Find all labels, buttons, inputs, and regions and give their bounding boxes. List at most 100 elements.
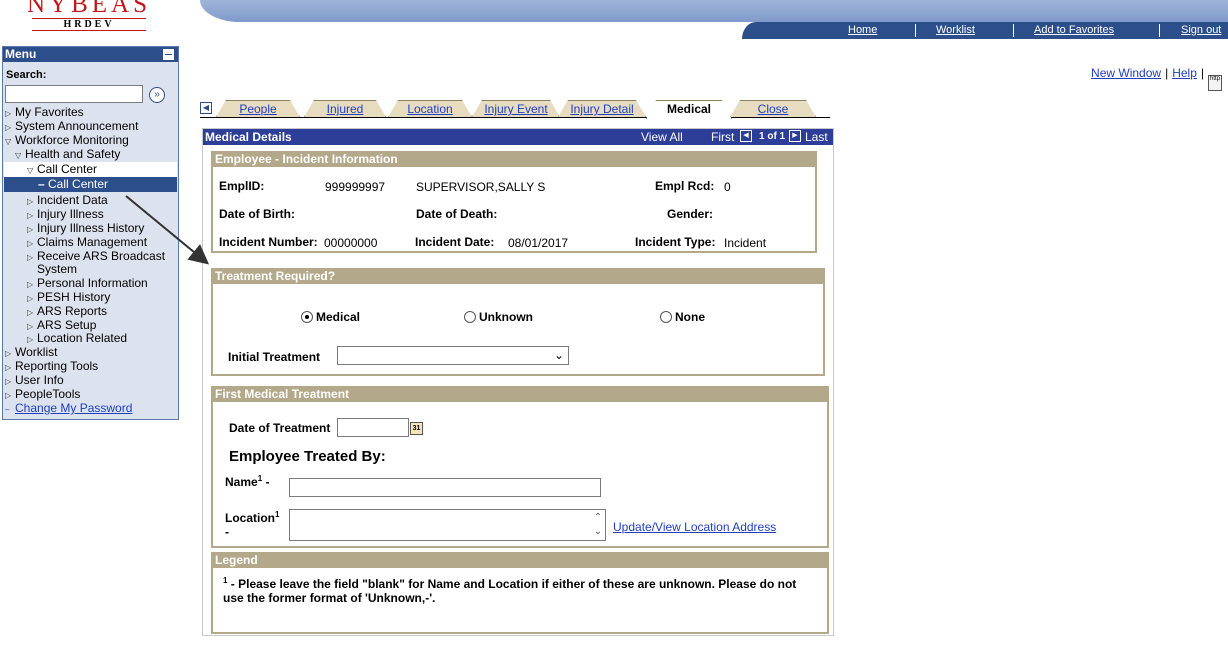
emplid-label: EmplID: — [219, 179, 265, 193]
group-title: Employee - Incident Information — [213, 153, 815, 167]
radio-medical-dot[interactable] — [301, 311, 313, 323]
panel-header: Medical Details View All First ◀ 1 of 1 … — [203, 129, 833, 145]
previous-row-icon[interactable]: ◀ — [740, 130, 752, 142]
empl-rcd-value: 0 — [724, 180, 731, 194]
menu-item-system-announcement[interactable]: ▷ System Announcement — [5, 120, 138, 134]
menu-search-go-icon[interactable]: » — [149, 87, 165, 103]
group-title: Treatment Required? — [213, 270, 823, 284]
menu-item-personal-information[interactable]: ▷ Personal Information — [27, 277, 148, 291]
initial-treatment-select[interactable]: ⌄ — [337, 346, 569, 365]
menu-item-injury-illness-history[interactable]: ▷ Injury Illness History — [27, 222, 144, 236]
nav-separator — [1013, 24, 1014, 37]
menu-item-my-favorites[interactable]: ▷ My Favorites — [5, 106, 84, 120]
left-menu: Menu Search: » ▷ My Favorites ▷ System Ann… — [2, 46, 179, 420]
incident-date-value: 08/01/2017 — [508, 236, 569, 250]
menu-search-input[interactable] — [5, 85, 143, 103]
legend-text: 1 - Please leave the field "blank" for N… — [223, 576, 797, 605]
collapse-menu-icon[interactable] — [163, 49, 174, 60]
treatment-required-group: Treatment Required? Medical Unknown None… — [211, 268, 825, 376]
date-of-treatment-input[interactable] — [337, 418, 409, 437]
menu-search-label: Search: — [6, 69, 47, 81]
radio-none-dot[interactable] — [660, 311, 672, 323]
menu-header: Menu — [3, 47, 178, 62]
menu-item-peopletools[interactable]: ▷ PeopleTools — [5, 388, 80, 402]
tab-injury-event[interactable]: Injury Event — [472, 100, 560, 117]
nybeas-logo: NYBEAS HRDEV — [24, 0, 154, 31]
home-link[interactable]: Home — [848, 24, 877, 36]
location-label: Location1- — [225, 510, 280, 539]
menu-item-reporting-tools[interactable]: ▷ Reporting Tools — [5, 360, 98, 374]
menu-item-location-related[interactable]: ▷ Location Related — [27, 332, 127, 346]
menu-item-incident-data[interactable]: ▷ Incident Data — [27, 194, 108, 208]
incident-type-label: Incident Type: — [635, 235, 716, 249]
radio-unknown-dot[interactable] — [464, 311, 476, 323]
tab-injury-detail[interactable]: Injury Detail — [558, 100, 646, 117]
calendar-icon[interactable]: 31 — [410, 422, 423, 435]
menu-item-pesh-history[interactable]: ▷ PESH History — [27, 291, 110, 305]
group-title: Legend — [213, 554, 827, 568]
name-label: Name1 - — [225, 474, 270, 489]
scroll-down-icon[interactable]: ⌄ — [593, 526, 603, 538]
initial-treatment-label: Initial Treatment — [228, 350, 321, 364]
first-label[interactable]: First — [711, 129, 734, 145]
page-tabs: People Injured Location Injury Event Inj… — [200, 100, 830, 118]
next-row-icon[interactable]: ▶ — [789, 130, 801, 142]
tab-injured[interactable]: Injured — [304, 100, 386, 117]
menu-item-user-info[interactable]: ▷ User Info — [5, 374, 64, 388]
new-window-link[interactable]: New Window — [1091, 66, 1161, 80]
empl-rcd-label: Empl Rcd: — [655, 179, 715, 193]
menu-item-change-my-password[interactable]: – Change My Password — [5, 402, 132, 416]
menu-item-ars-reports[interactable]: ▷ ARS Reports — [27, 305, 107, 319]
logo-brand: NYBEAS — [26, 0, 151, 18]
menu-item-injury-illness[interactable]: ▷ Injury Illness — [27, 208, 104, 222]
view-all-link[interactable]: View All — [641, 129, 683, 145]
logo-environment: HRDEV — [32, 18, 146, 31]
utility-links: New Window | Help | http — [1091, 66, 1222, 91]
date-of-treatment-label: Date of Treatment — [229, 421, 331, 435]
legend-group: Legend 1 - Please leave the field "blank… — [211, 552, 829, 634]
worklist-link[interactable]: Worklist — [936, 24, 975, 36]
update-view-location-address-link[interactable]: Update/View Location Address — [613, 520, 776, 534]
header-banner — [200, 0, 1228, 22]
menu-title: Menu — [5, 47, 37, 61]
date-of-death-label: Date of Death: — [416, 207, 498, 221]
menu-item-workforce-monitoring[interactable]: ▽ Workforce Monitoring — [5, 134, 129, 148]
http-icon[interactable]: http — [1208, 75, 1222, 91]
radio-none[interactable]: None — [660, 310, 705, 324]
last-label[interactable]: Last — [805, 129, 828, 145]
first-medical-treatment-group: First Medical Treatment Date of Treatmen… — [211, 386, 829, 548]
menu-item-receive-ars-broadcast-system[interactable]: System — [37, 263, 77, 276]
emplid-value: 999999997 — [325, 180, 386, 194]
group-title: First Medical Treatment — [213, 388, 827, 402]
employee-treated-by-heading: Employee Treated By: — [229, 448, 386, 465]
incident-number-label: Incident Number: — [219, 235, 318, 249]
top-navigation: Home Worklist Add to Favorites Sign out — [742, 22, 1228, 39]
row-count: 1 of 1 — [759, 131, 786, 142]
incident-type-value: Incident — [724, 236, 767, 250]
tab-close[interactable]: Close — [730, 100, 816, 117]
tab-location[interactable]: Location — [388, 100, 472, 117]
tab-medical[interactable]: Medical — [646, 100, 732, 119]
radio-medical[interactable]: Medical — [301, 310, 360, 324]
menu-item-call-center[interactable]: – Call Center — [4, 177, 177, 192]
incident-number-value: 00000000 — [324, 236, 378, 250]
menu-item-call-center-folder[interactable]: ▽ Call Center — [4, 162, 177, 177]
gender-label: Gender: — [667, 207, 714, 221]
panel-title: Medical Details — [205, 130, 292, 144]
tab-people[interactable]: People — [216, 100, 300, 117]
scroll-up-icon[interactable]: ⌃ — [593, 512, 603, 524]
add-to-favorites-link[interactable]: Add to Favorites — [1034, 24, 1114, 36]
menu-item-worklist[interactable]: ▷ Worklist — [5, 346, 57, 360]
date-of-birth-label: Date of Birth: — [219, 207, 295, 221]
radio-unknown[interactable]: Unknown — [464, 310, 533, 324]
menu-item-health-and-safety[interactable]: ▽ Health and Safety — [15, 148, 120, 162]
treated-by-name-input[interactable] — [289, 478, 601, 497]
nav-separator — [915, 24, 916, 37]
menu-item-claims-management[interactable]: ▷ Claims Management — [27, 236, 147, 250]
treated-by-location-textarea[interactable]: ⌃ ⌄ — [289, 509, 606, 541]
medical-details-panel: Medical Details View All First ◀ 1 of 1 … — [202, 128, 834, 636]
help-link[interactable]: Help — [1172, 66, 1197, 80]
employee-name: SUPERVISOR,SALLY S — [416, 180, 546, 194]
sign-out-link[interactable]: Sign out — [1181, 24, 1221, 36]
employee-incident-info-group: Employee - Incident Information EmplID: … — [211, 151, 817, 253]
